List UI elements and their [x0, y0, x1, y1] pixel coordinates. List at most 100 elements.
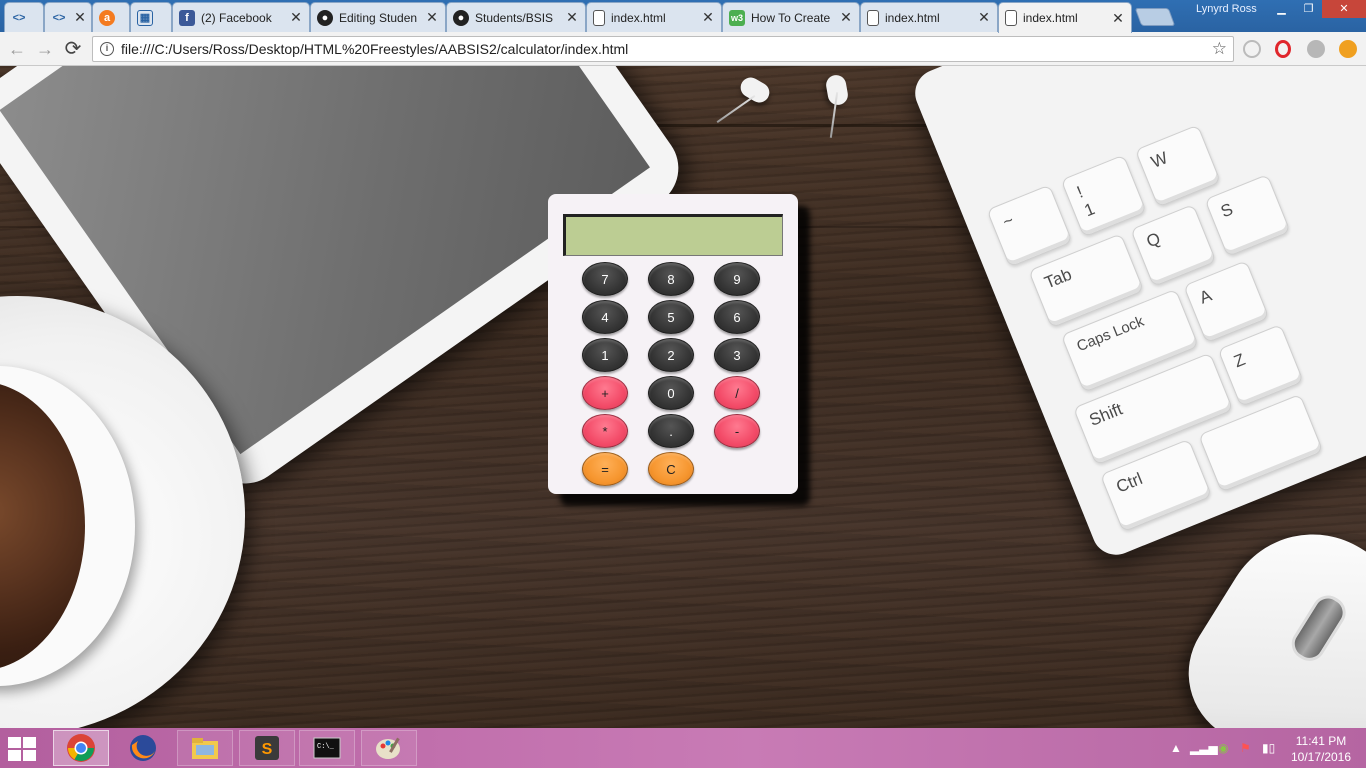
button-6[interactable]: 6 [714, 300, 760, 334]
button-8[interactable]: 8 [648, 262, 694, 296]
file-explorer-icon[interactable] [177, 730, 233, 766]
network-signal-icon[interactable]: ▂▃▅ [1190, 741, 1218, 755]
close-window-button[interactable]: ✕ [1322, 0, 1366, 18]
close-icon[interactable]: ✕ [289, 9, 303, 26]
clock[interactable]: 11:41 PM 10/17/2016 [1286, 733, 1356, 765]
tab-github-editing[interactable]: ● Editing Studen ✕ [310, 2, 446, 32]
tab-grid[interactable]: ▦ [130, 2, 172, 32]
browser-tab-strip: <> <> ✕ a ▦ f (2) Facebook ✕ ● Editing S… [0, 0, 1366, 33]
button-subtract[interactable]: - [714, 414, 760, 448]
tab-w3schools[interactable]: w3 How To Create ✕ [722, 2, 860, 32]
button-3[interactable]: 3 [714, 338, 760, 372]
button-4[interactable]: 4 [582, 300, 628, 334]
close-icon[interactable]: ✕ [977, 9, 991, 26]
menu-update-icon[interactable] [1339, 40, 1357, 58]
windows-start-icon[interactable] [8, 737, 38, 761]
close-icon[interactable]: ✕ [839, 9, 853, 26]
show-hidden-icons-icon[interactable]: ▲ [1170, 741, 1182, 755]
svg-text:C:\_: C:\_ [317, 743, 335, 751]
clock-time: 11:41 PM [1295, 734, 1347, 748]
forward-button[interactable]: → [34, 38, 56, 60]
tab-title: (2) Facebook [201, 10, 272, 25]
close-icon[interactable]: ✕ [425, 9, 439, 26]
clock-date: 10/17/2016 [1290, 750, 1352, 764]
firefox-icon[interactable] [115, 730, 171, 766]
file-icon [867, 9, 879, 26]
button-0[interactable]: 0 [648, 376, 694, 410]
command-prompt-icon[interactable]: C:\_ [299, 730, 355, 766]
back-button[interactable]: ← [6, 38, 28, 60]
key-label: ! [1074, 182, 1086, 202]
tab-index-1[interactable]: index.html ✕ [586, 2, 722, 32]
key-label: 1 [1081, 199, 1098, 221]
browser-toolbar: ← → ⟳ i file:///C:/Users/Ross/Desktop/HT… [0, 32, 1366, 66]
calculator-display[interactable] [563, 214, 783, 256]
reload-button[interactable]: ⟳ [62, 38, 84, 60]
tab-title: index.html [611, 10, 666, 25]
tab-facebook[interactable]: f (2) Facebook ✕ [172, 2, 310, 32]
button-divide[interactable]: / [714, 376, 760, 410]
tab-code-2[interactable]: <> ✕ [44, 2, 92, 32]
network-globe-icon[interactable]: ◉ [1218, 741, 1228, 755]
tab-title: index.html [1023, 11, 1078, 25]
svg-text:S: S [262, 741, 273, 758]
url-text[interactable]: file:///C:/Users/Ross/Desktop/HTML%20Fre… [121, 41, 628, 57]
mouse-image [1162, 500, 1366, 728]
keyboard-key: A [1183, 260, 1270, 344]
button-decimal[interactable]: . [648, 414, 694, 448]
file-icon [1005, 10, 1017, 26]
bookmark-star-icon[interactable]: ☆ [1212, 37, 1227, 61]
address-bar[interactable]: i file:///C:/Users/Ross/Desktop/HTML%20F… [92, 36, 1234, 62]
chrome-icon[interactable] [53, 730, 109, 766]
keyboard-key: ~ [986, 184, 1073, 268]
button-equals[interactable]: = [582, 452, 628, 486]
grid-icon: ▦ [137, 9, 153, 26]
battery-icon[interactable]: ▮▯ [1262, 741, 1275, 755]
profile-name[interactable]: Lynyrd Ross [1196, 3, 1257, 15]
calculator: 7 8 9 4 5 6 1 2 3 + 0 / * . - = C [548, 194, 798, 494]
keyboard-key: Q [1130, 203, 1217, 287]
button-9[interactable]: 9 [714, 262, 760, 296]
system-tray: ▲ ▂▃▅ ◉ ⚑ ▮▯ 11:41 PM 10/17/2016 [1166, 728, 1366, 768]
extension-icon[interactable] [1243, 40, 1261, 58]
button-multiply[interactable]: * [582, 414, 628, 448]
tab-index-2[interactable]: index.html ✕ [860, 2, 998, 32]
button-add[interactable]: + [582, 376, 628, 410]
code-icon: <> [12, 11, 26, 24]
button-1[interactable]: 1 [582, 338, 628, 372]
code-icon: <> [52, 11, 66, 24]
tab-code-1[interactable]: <> [4, 2, 44, 32]
avast-icon: a [99, 9, 115, 26]
restore-button[interactable]: ❐ [1295, 0, 1322, 18]
keyboard-key: W [1134, 124, 1222, 208]
window-controls: ▁ ❐ ✕ [1268, 0, 1366, 18]
github-icon: ● [317, 9, 333, 26]
close-icon[interactable]: ✕ [73, 9, 87, 26]
new-tab-button[interactable] [1134, 8, 1176, 26]
pushpin-image [737, 73, 773, 107]
facebook-icon: f [179, 9, 195, 26]
tab-avast[interactable]: a [92, 2, 130, 32]
button-2[interactable]: 2 [648, 338, 694, 372]
tab-github-students[interactable]: ● Students/BSIS ✕ [446, 2, 586, 32]
pushpin-needle [716, 94, 756, 124]
close-icon[interactable]: ✕ [1111, 10, 1125, 27]
tab-index-active[interactable]: index.html ✕ [998, 2, 1132, 33]
info-icon[interactable]: i [100, 42, 114, 56]
paint-icon[interactable] [361, 730, 417, 766]
button-5[interactable]: 5 [648, 300, 694, 334]
minimize-button[interactable]: ▁ [1268, 0, 1295, 18]
button-7[interactable]: 7 [582, 262, 628, 296]
keyboard-key: Z [1217, 324, 1304, 407]
w3-icon: w3 [729, 9, 745, 26]
button-clear[interactable]: C [648, 452, 694, 486]
close-icon[interactable]: ✕ [701, 9, 715, 26]
sublime-text-icon[interactable]: S [239, 730, 295, 766]
extension-grey-icon[interactable] [1307, 40, 1325, 58]
close-icon[interactable]: ✕ [565, 9, 579, 26]
notification-flag-icon[interactable]: ⚑ [1240, 741, 1251, 755]
taskbar: S C:\_ ▲ ▂▃▅ ◉ ⚑ ▮▯ 11:41 PM 10/17/2016 [0, 728, 1366, 768]
tab-title: Editing Studen [339, 10, 418, 25]
opera-icon[interactable] [1275, 40, 1291, 58]
keyboard-image: ~ ! 1 W Q Tab S A Caps Lock Z Shift Ctrl [907, 66, 1366, 562]
